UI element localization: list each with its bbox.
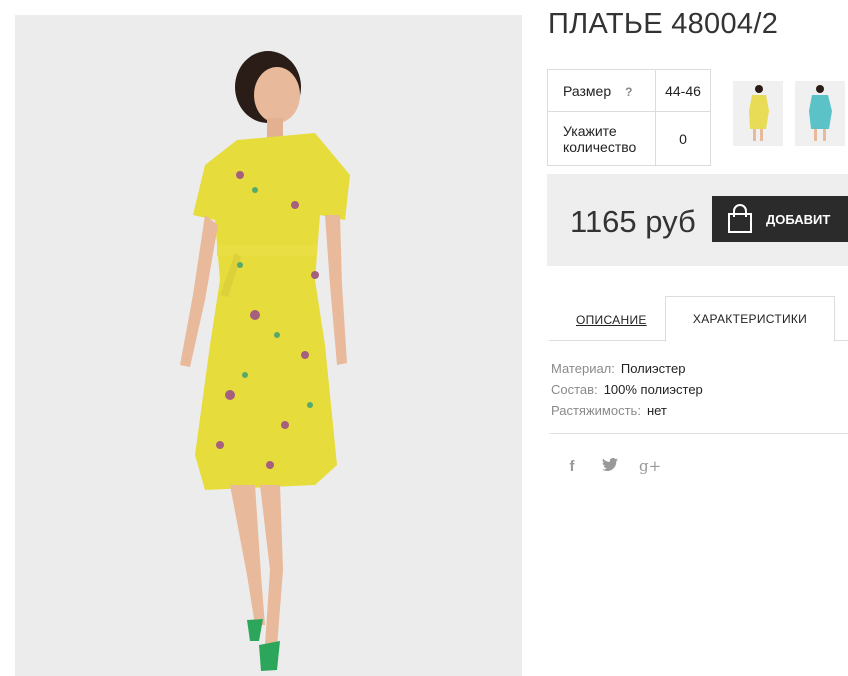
twitter-icon[interactable] (601, 457, 619, 475)
spec-value: нет (646, 403, 667, 418)
product-options-table: Размер? 44-46 Укажите количество 0 (547, 69, 711, 166)
quantity-label-line1: Укажите (563, 122, 617, 139)
spec-value: 100% полиэстер (603, 382, 703, 397)
spec-key: Растяжимость: (551, 403, 641, 418)
size-label: Размер (563, 82, 612, 99)
turquoise-dress-thumbnail[interactable] (795, 81, 845, 146)
google-plus-icon[interactable]: g+ (639, 457, 661, 475)
add-to-cart-label: ДОБАВИТ (766, 211, 831, 227)
tab-description[interactable]: ОПИСАНИЕ (576, 313, 647, 327)
product-price: 1165 руб (570, 204, 696, 239)
product-main-image[interactable] (15, 15, 522, 676)
spec-key: Материал: (551, 361, 615, 376)
spec-key: Состав: (551, 382, 598, 397)
size-help-icon[interactable]: ? (625, 85, 632, 99)
product-tabs: ОПИСАНИЕ ХАРАКТЕРИСТИКИ (549, 296, 848, 342)
price-box: 1165 руб ДОБАВИТ (547, 174, 848, 266)
spec-row: Растяжимость: нет (551, 400, 703, 421)
social-share: f g+ (563, 457, 662, 475)
product-title: ПЛАТЬЕ 48004/2 (548, 8, 779, 40)
facebook-icon[interactable]: f (563, 458, 581, 475)
size-label-cell: Размер? (547, 69, 656, 112)
thumbnail-list (733, 81, 845, 146)
quantity-input[interactable]: 0 (655, 111, 711, 166)
specs-list: Материал: Полиэстер Состав: 100% полиэстер… (551, 358, 703, 421)
yellow-dress-thumbnail[interactable] (733, 81, 783, 146)
divider (549, 433, 848, 434)
spec-row: Состав: 100% полиэстер (551, 379, 703, 400)
add-to-cart-button[interactable]: ДОБАВИТ (712, 196, 848, 242)
shopping-bag-icon (728, 204, 752, 233)
spec-value: Полиэстер (620, 361, 686, 376)
quantity-label-line2: количество (563, 138, 637, 155)
spec-row: Материал: Полиэстер (551, 358, 703, 379)
quantity-label-cell: Укажите количество (547, 111, 656, 166)
tab-characteristics[interactable]: ХАРАКТЕРИСТИКИ (665, 296, 835, 342)
size-value[interactable]: 44-46 (655, 69, 711, 112)
